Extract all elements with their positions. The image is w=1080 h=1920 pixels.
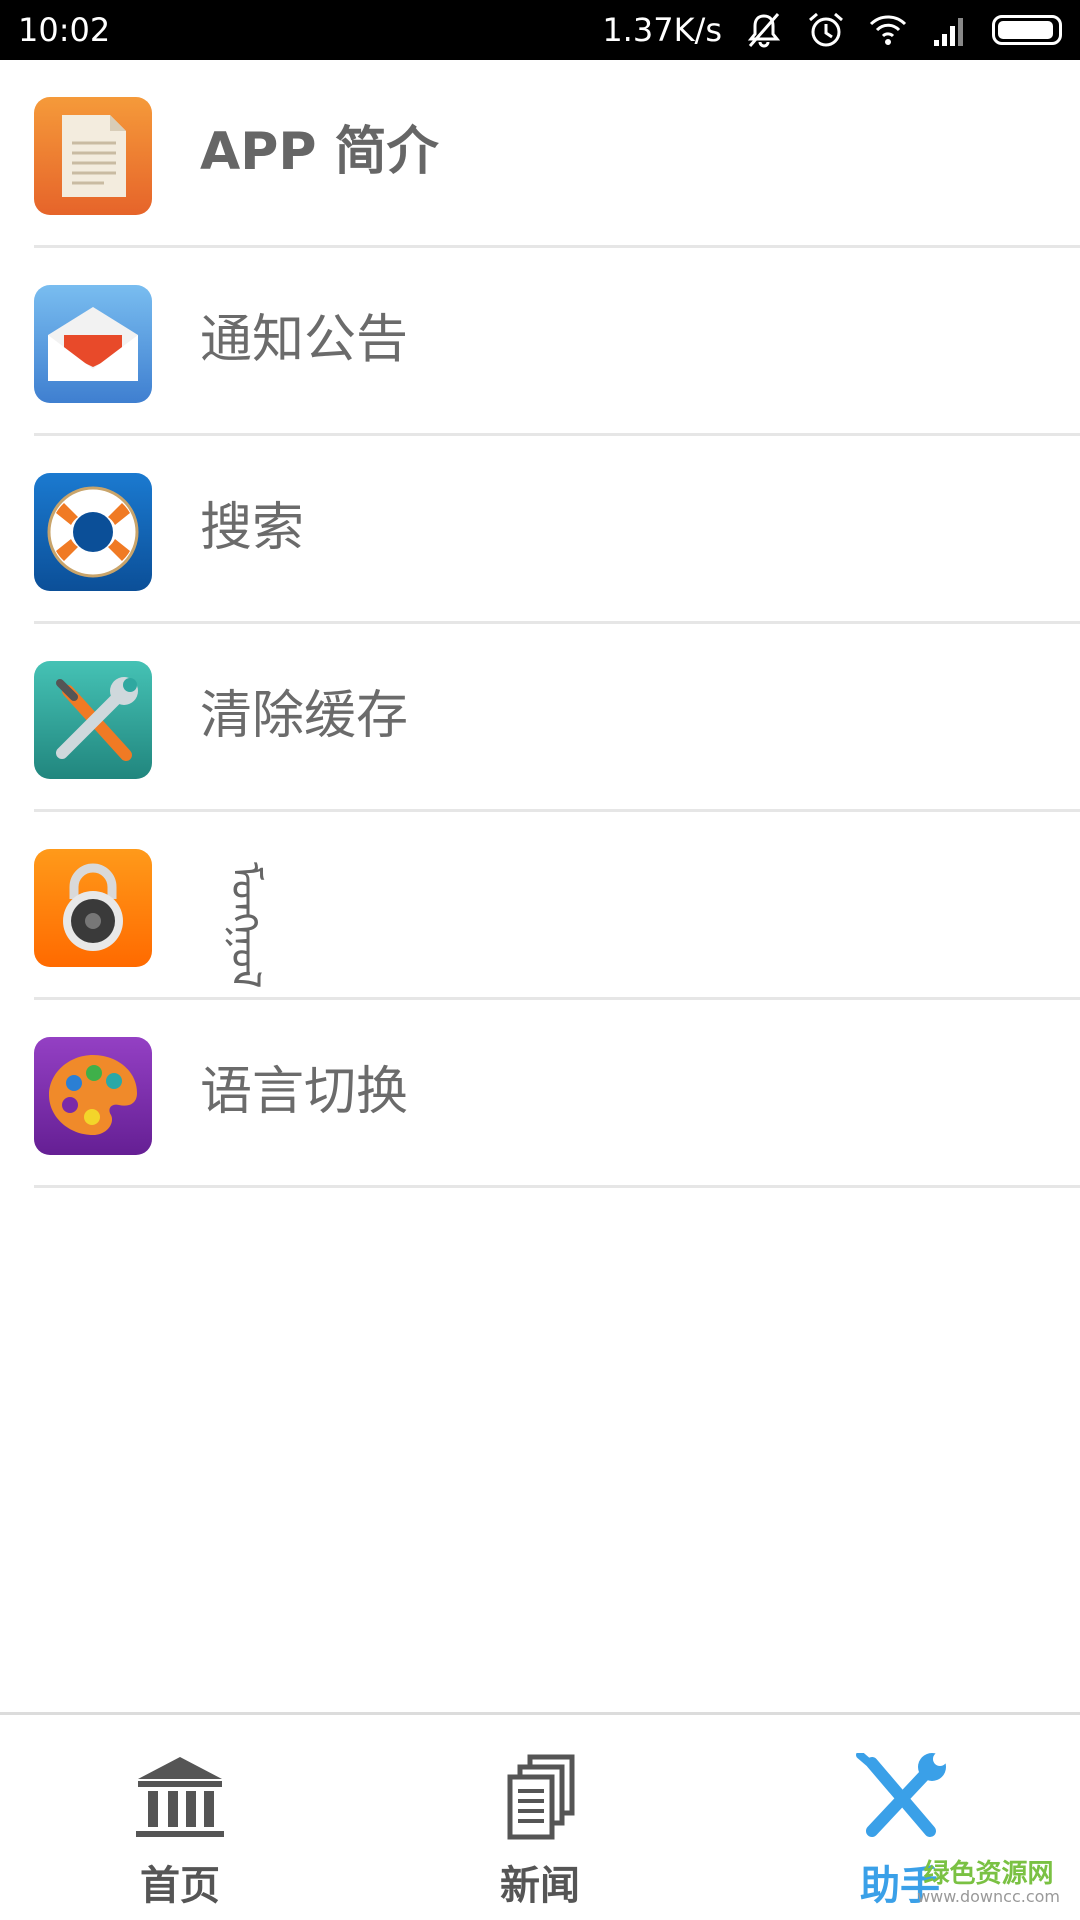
lifebuoy-icon (34, 473, 152, 591)
alarm-icon (809, 12, 843, 47)
menu-label: 语言切换 (200, 1062, 409, 1122)
nav-home[interactable]: 首页 (0, 1715, 360, 1920)
nav-news[interactable]: 新闻 (360, 1715, 720, 1920)
tools-icon (34, 661, 152, 779)
signal-icon (934, 18, 963, 46)
menu-item-notice[interactable]: 通知公告 (0, 248, 1080, 436)
document-icon (34, 97, 152, 215)
palette-icon (34, 1037, 152, 1155)
watermark: 绿色资源网 www.downcc.com (917, 1860, 1060, 1906)
status-time: 10:02 (18, 11, 111, 49)
watermark-url: www.downcc.com (917, 1887, 1060, 1906)
wifi-icon (869, 15, 907, 45)
menu-item-app-intro[interactable]: APP 简介 (0, 60, 1080, 248)
divider (34, 1185, 1080, 1188)
status-bar: 10:02 1.37K/s (0, 0, 1080, 60)
menu-label: APP 简介 (200, 122, 439, 182)
status-indicators: 1.37K/s (602, 10, 1062, 50)
bottom-nav: 首页 新闻 助手 绿色资源网 www.downcc.com (0, 1712, 1080, 1920)
network-speed: 1.37K/s (602, 11, 722, 49)
mail-icon (34, 285, 152, 403)
menu-item-search[interactable]: 搜索 (0, 436, 1080, 624)
menu-item-clear-cache[interactable]: 清除缓存 (0, 624, 1080, 812)
menu-item-lock[interactable]: ᠮᠣᠩᠭᠣᠯ (0, 812, 1080, 1000)
menu-label: 通知公告 (200, 310, 409, 370)
menu-label: 清除缓存 (200, 686, 409, 746)
news-icon (490, 1753, 590, 1843)
tools-icon (850, 1753, 950, 1843)
menu-label: ᠮᠣᠩᠭᠣᠯ (222, 862, 268, 989)
nav-label: 新闻 (500, 1863, 580, 1909)
battery-icon (992, 15, 1062, 45)
watermark-title: 绿色资源网 (923, 1859, 1054, 1889)
menu-label: 搜索 (200, 498, 305, 558)
lock-icon (34, 849, 152, 967)
mute-icon (747, 13, 781, 48)
battery-level (998, 21, 1053, 39)
menu-item-language[interactable]: 语言切换 (0, 1000, 1080, 1188)
bank-icon (130, 1753, 230, 1843)
nav-label: 首页 (140, 1863, 220, 1909)
helper-menu-list: APP 简介 通知公告 搜索 清除缓存 ᠮᠣᠩᠭᠣᠯ 语言切换 (0, 60, 1080, 1188)
